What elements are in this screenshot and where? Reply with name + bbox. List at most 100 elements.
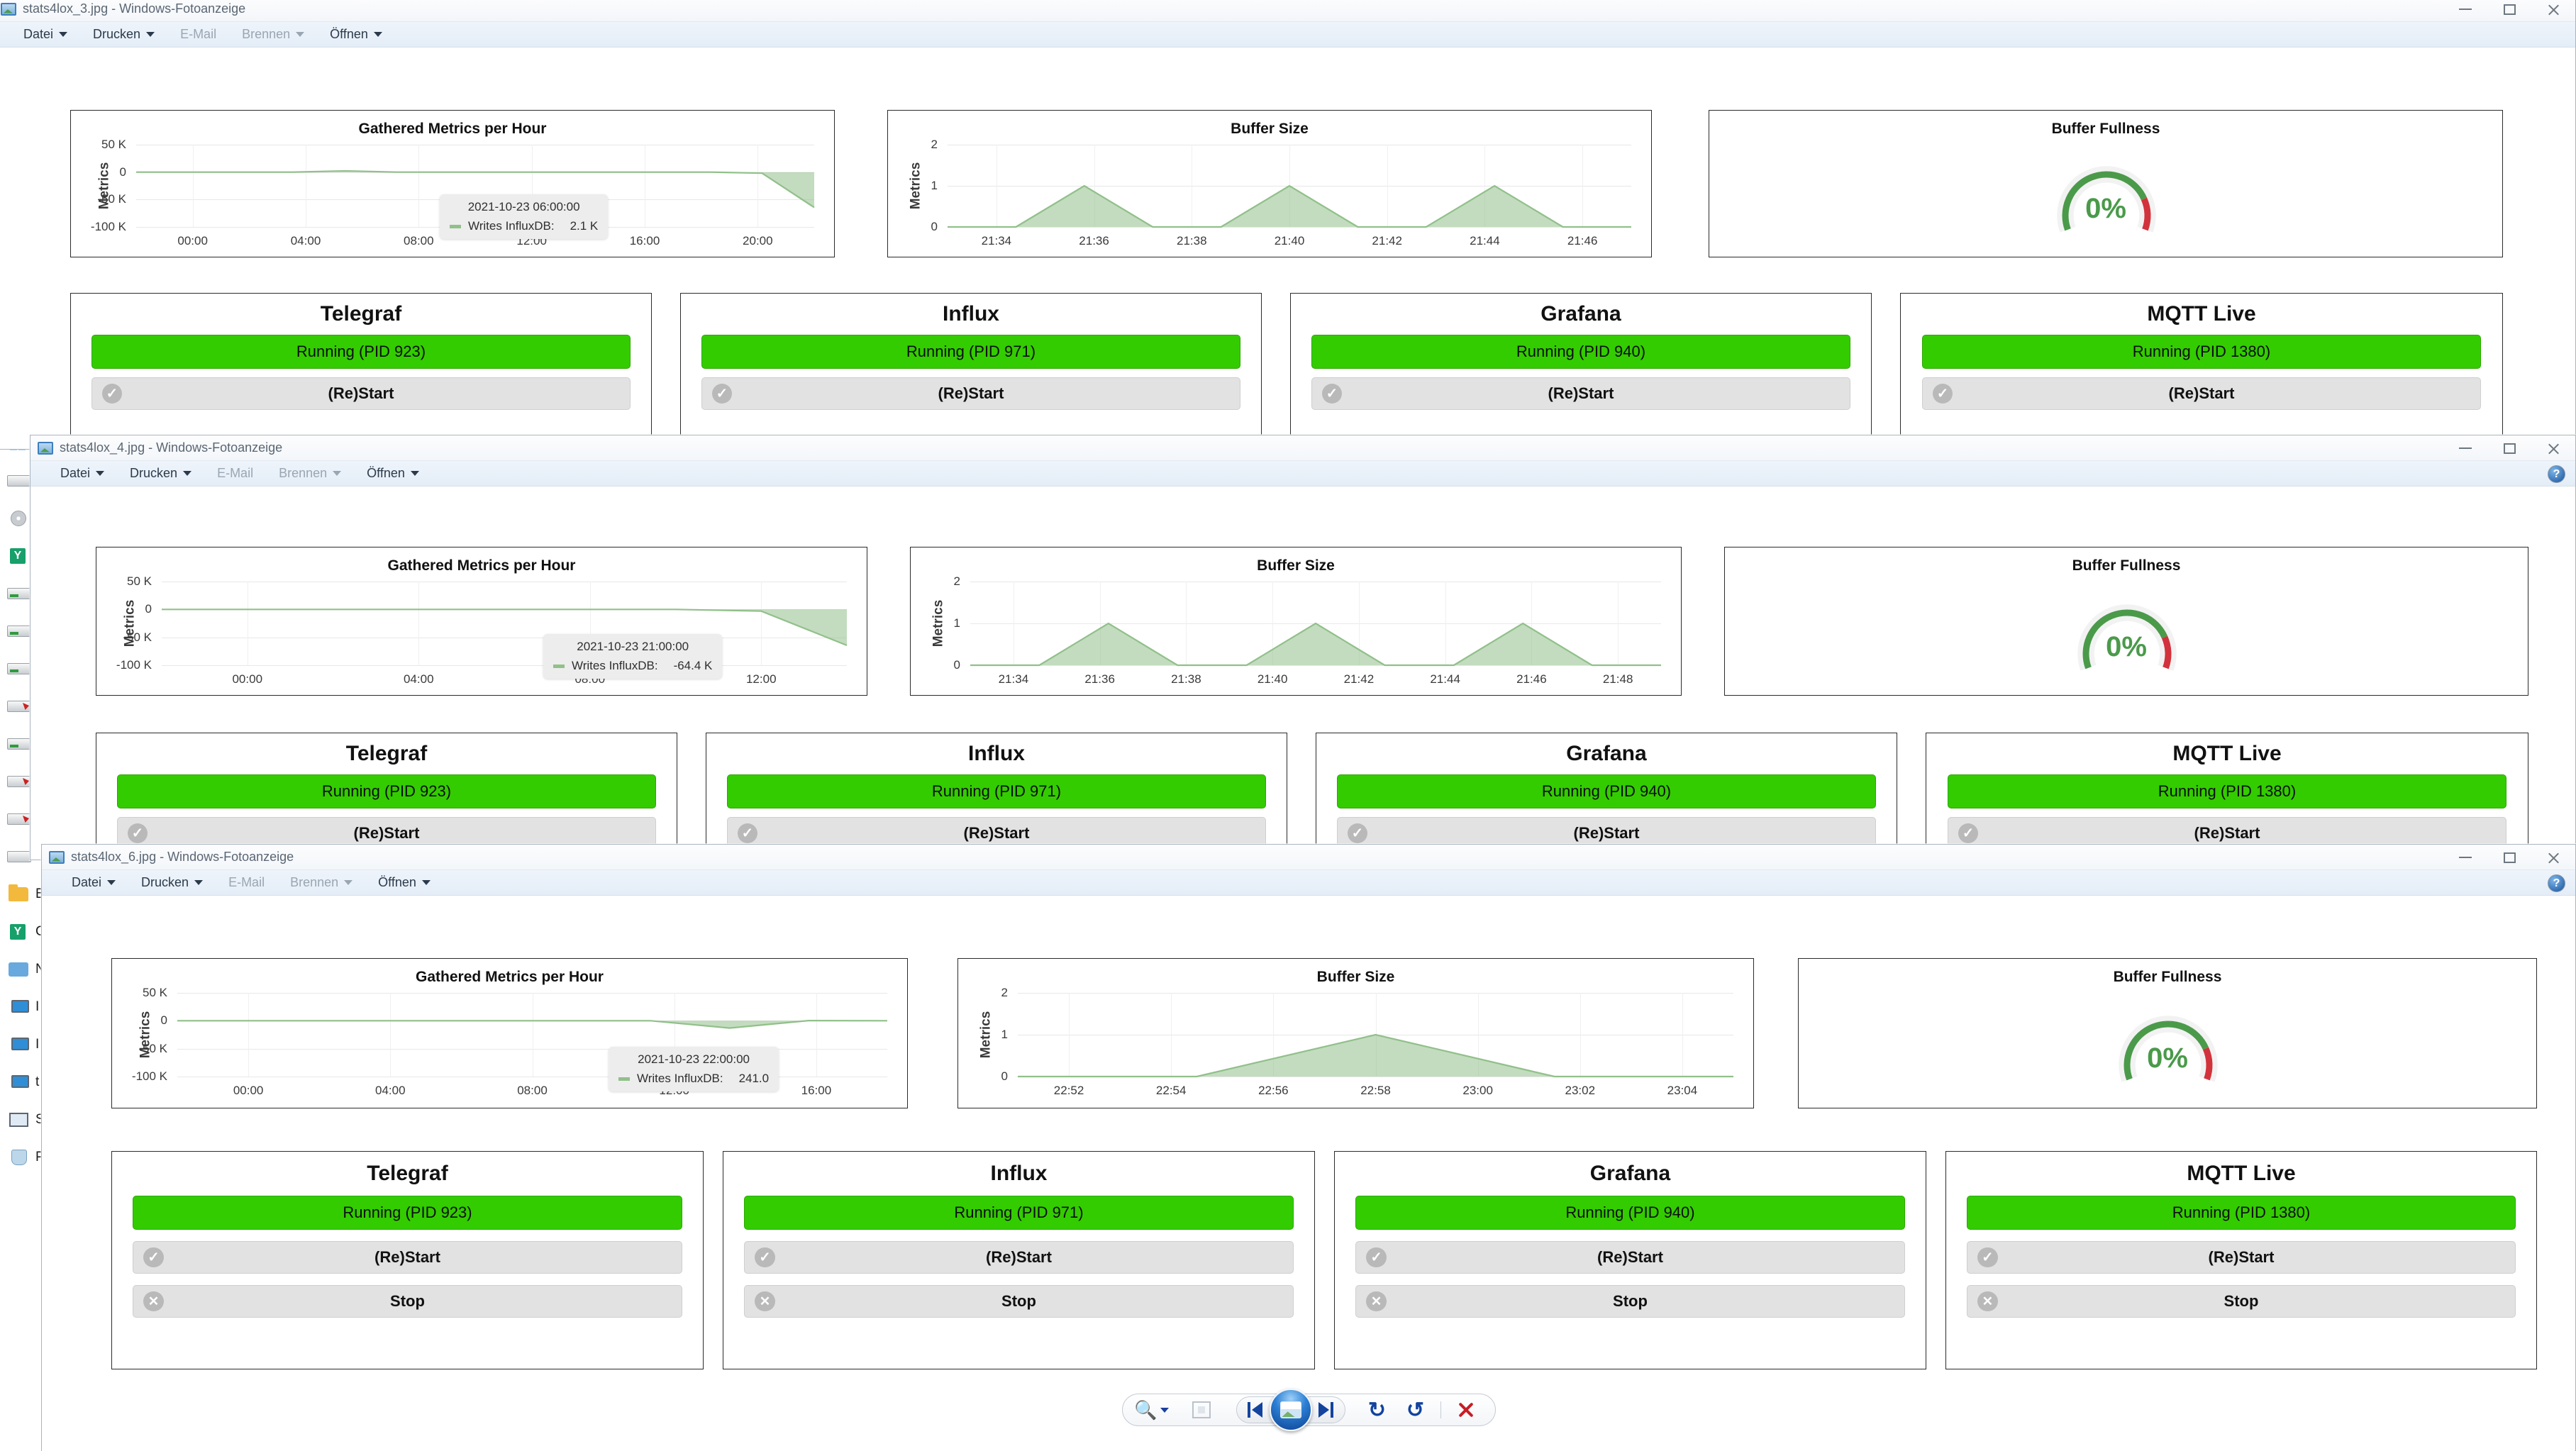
tooltip-series-value: -64.4 K [673, 659, 713, 672]
series-writes-influxdb [162, 608, 848, 647]
check-circle-icon: ✓ [1321, 383, 1343, 404]
restart-button[interactable]: ✓ (Re)Start [701, 377, 1241, 410]
explorer-item[interactable]: t [6, 1073, 39, 1091]
legend-swatch-icon [618, 1077, 630, 1081]
restart-button[interactable]: ✓ (Re)Start [1967, 1241, 2516, 1274]
service-status-badge[interactable]: Running (PID 971) [744, 1196, 1294, 1230]
help-icon[interactable]: ? [2548, 874, 2565, 892]
explorer-item-label: t [35, 1074, 40, 1089]
network-icon [6, 960, 30, 979]
service-status-badge[interactable]: Running (PID 923) [91, 335, 631, 369]
menu-bar[interactable]: Datei Drucken E-Mail Brennen Öffnen ? [30, 461, 2575, 487]
stop-button[interactable]: ✕ Stop [133, 1285, 682, 1318]
help-icon[interactable]: ? [2548, 465, 2565, 483]
service-status-badge[interactable]: Running (PID 971) [701, 335, 1241, 369]
computer-icon [6, 998, 30, 1016]
service-status-badge[interactable]: Running (PID 971) [726, 774, 1267, 808]
slideshow-play-button[interactable] [1269, 1389, 1312, 1431]
title-bar[interactable]: stats4lox_4.jpg - Windows-Fotoanzeige [30, 435, 2575, 461]
maximize-button[interactable] [2487, 845, 2531, 870]
service-status-badge[interactable]: Running (PID 940) [1355, 1196, 1905, 1230]
close-button[interactable] [2531, 0, 2575, 22]
menu-item-drucken[interactable]: Drucken [80, 27, 167, 42]
close-button[interactable] [2531, 845, 2575, 870]
chevron-down-icon [107, 880, 116, 885]
maximize-button[interactable] [2487, 0, 2531, 22]
zoom-button[interactable]: 🔍 [1133, 1396, 1171, 1423]
title-bar[interactable]: stats4lox_3.jpg - Windows-Fotoanzeige [0, 0, 2575, 22]
title-bar[interactable]: stats4lox_6.jpg - Windows-Fotoanzeige [42, 845, 2575, 870]
chevron-down-icon [344, 880, 353, 885]
restart-button[interactable]: ✓ (Re)Start [1921, 377, 2482, 410]
menu-item-oeffnen[interactable]: Öffnen [354, 466, 432, 481]
window-controls[interactable] [2443, 0, 2575, 22]
explorer-item[interactable]: I [6, 998, 39, 1016]
cd-drive-icon [6, 509, 30, 528]
explorer-item[interactable]: N [6, 960, 45, 979]
next-button[interactable] [1308, 1397, 1345, 1423]
menu-label: E-Mail [180, 27, 217, 41]
service-name: Influx [990, 1162, 1048, 1185]
menu-item-datei[interactable]: Datei [48, 466, 117, 481]
photo-viewer-toolbar[interactable]: 🔍 ↻ ↺ [42, 1385, 2575, 1435]
restart-button[interactable]: ✓ (Re)Start [1355, 1241, 1905, 1274]
service-status-badge[interactable]: Running (PID 940) [1336, 774, 1877, 808]
chevron-down-icon [146, 32, 155, 37]
service-status-badge[interactable]: Running (PID 1380) [1947, 774, 2507, 808]
fit-to-window-button[interactable] [1182, 1396, 1221, 1423]
slideshow-play-icon [1279, 1401, 1301, 1418]
rotate-counterclockwise-button[interactable]: ↻ [1358, 1396, 1397, 1423]
stop-button[interactable]: ✕ Stop [1967, 1285, 2516, 1318]
minimize-icon [2459, 9, 2472, 10]
menu-bar[interactable]: Datei Drucken E-Mail Brennen Öffnen [0, 22, 2575, 48]
menu-label: Drucken [93, 27, 141, 41]
service-status-badge[interactable]: Running (PID 1380) [1967, 1196, 2516, 1230]
previous-button[interactable] [1237, 1397, 1274, 1423]
computer-icon [6, 1035, 30, 1054]
folder-icon [6, 884, 30, 904]
explorer-item[interactable]: I [6, 1035, 39, 1054]
photo-viewer-window-bottom[interactable]: stats4lox_6.jpg - Windows-Fotoanzeige Da… [41, 844, 2576, 1451]
chart-tooltip: 2021-10-23 06:00:00 Writes InfluxDB: 2.1 K [440, 194, 609, 239]
maximize-button[interactable] [2487, 435, 2531, 461]
menu-item-drucken[interactable]: Drucken [128, 875, 216, 890]
service-status-badge[interactable]: Running (PID 940) [1311, 335, 1851, 369]
service-name: Influx [943, 302, 999, 326]
drive-icon [6, 472, 31, 490]
series-writes-influxdb [177, 1019, 888, 1029]
menu-item-oeffnen[interactable]: Öffnen [365, 875, 443, 890]
restart-button[interactable]: ✓ (Re)Start [1311, 377, 1851, 410]
restart-button[interactable]: ✓ (Re)Start [744, 1241, 1294, 1274]
menu-label: Brennen [242, 27, 291, 41]
stop-button[interactable]: ✕ Stop [1355, 1285, 1905, 1318]
close-button[interactable] [2531, 435, 2575, 461]
stop-button[interactable]: ✕ Stop [744, 1285, 1294, 1318]
service-status-badge[interactable]: Running (PID 923) [116, 774, 657, 808]
check-circle-icon: ✓ [711, 383, 733, 404]
service-status-badge[interactable]: Running (PID 923) [133, 1196, 682, 1230]
minimize-button[interactable] [2443, 435, 2487, 461]
tooltip-series-label: Writes InfluxDB: [468, 219, 555, 233]
menu-item-drucken[interactable]: Drucken [117, 466, 204, 481]
minimize-button[interactable] [2443, 845, 2487, 870]
menu-item-email: E-Mail [167, 27, 229, 42]
explorer-item-label: I [35, 999, 40, 1014]
restart-button[interactable]: ✓ (Re)Start [91, 377, 631, 410]
window-controls[interactable] [2443, 435, 2575, 461]
minimize-button[interactable] [2443, 0, 2487, 22]
window-controls[interactable] [2443, 845, 2575, 870]
photo-viewer-app-icon [38, 441, 53, 455]
menu-item-datei[interactable]: Datei [59, 875, 128, 890]
photo-viewer-window-middle[interactable]: stats4lox_4.jpg - Windows-Fotoanzeige Da… [30, 435, 2576, 860]
delete-button[interactable] [1447, 1396, 1485, 1423]
photo-viewer-window-top[interactable]: stats4lox_3.jpg - Windows-Fotoanzeige Da… [0, 0, 2576, 450]
close-icon [2547, 851, 2560, 865]
service-status-badge[interactable]: Running (PID 1380) [1921, 335, 2482, 369]
chart-tooltip: 2021-10-23 21:00:00 Writes InfluxDB: -64.4… [543, 634, 723, 679]
rotate-clockwise-button[interactable]: ↺ [1397, 1396, 1435, 1423]
restart-button[interactable]: ✓ (Re)Start [133, 1241, 682, 1274]
menu-item-datei[interactable]: Datei [11, 27, 80, 42]
menu-item-oeffnen[interactable]: Öffnen [317, 27, 395, 42]
image-canvas: Gathered Metrics per Hour Metrics 50 K 0 -50… [42, 896, 2575, 1451]
menu-bar[interactable]: Datei Drucken E-Mail Brennen Öffnen ? [42, 870, 2575, 896]
